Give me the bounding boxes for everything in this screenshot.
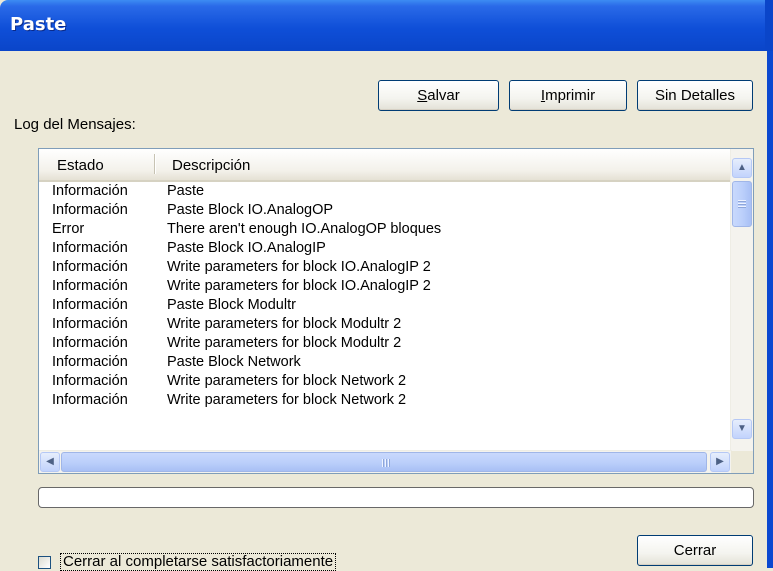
window-title: Paste	[10, 14, 67, 35]
row-estado: Información	[52, 278, 128, 294]
row-descripcion: Write parameters for block Modultr 2	[167, 335, 402, 351]
row-estado: Información	[52, 316, 128, 332]
column-header-descripcion[interactable]: Descripción	[172, 157, 250, 174]
row-estado: Error	[52, 221, 85, 237]
row-descripcion: Paste	[167, 183, 205, 199]
list-item[interactable]: Información Write parameters for block Ne…	[39, 372, 732, 391]
list-item[interactable]: Información Paste Block Modultr	[39, 296, 732, 315]
list-item[interactable]: Error There aren't enough IO.AnalogOP blo…	[39, 220, 732, 239]
hide-details-label: Sin Detalles	[654, 87, 736, 104]
print-label: mprimir	[545, 87, 596, 104]
save-accelerator: S	[417, 87, 428, 104]
list-item[interactable]: Información Paste Block IO.AnalogOP	[39, 201, 732, 220]
list-item[interactable]: Información Write parameters for block IO…	[39, 277, 732, 296]
row-descripcion: Write parameters for block Network 2	[167, 373, 407, 389]
row-descripcion: Paste Block IO.AnalogOP	[167, 202, 334, 218]
window-frame-right	[765, 0, 773, 51]
row-estado: Información	[52, 183, 128, 199]
row-descripcion: Write parameters for block IO.AnalogIP 2	[167, 278, 431, 294]
scroll-right-icon[interactable]: ▶	[710, 452, 730, 472]
save-button[interactable]: Salvar	[378, 80, 499, 111]
row-descripcion: Paste Block Network	[167, 354, 301, 370]
log-label: Log del Mensajes:	[14, 116, 136, 133]
row-estado: Información	[52, 297, 128, 313]
scrollbar-corner	[731, 451, 753, 473]
list-item[interactable]: Información Write parameters for block IO…	[39, 258, 732, 277]
column-separator[interactable]	[154, 154, 155, 174]
row-estado: Información	[52, 354, 128, 370]
message-log-list[interactable]: Estado Descripción Información Paste Infor…	[38, 148, 754, 474]
row-estado: Información	[52, 202, 128, 218]
close-button[interactable]: Cerrar	[637, 535, 753, 566]
scroll-down-icon[interactable]: ▼	[732, 419, 752, 439]
row-descripcion: Write parameters for block Network 2	[167, 392, 407, 408]
row-estado: Información	[52, 259, 128, 275]
row-descripcion: Paste Block IO.AnalogIP	[167, 240, 326, 256]
list-rows: Información Paste Información Paste Block I…	[39, 182, 732, 410]
horizontal-scrollbar[interactable]: ◀ ▶	[39, 450, 732, 473]
close-label: Cerrar	[673, 542, 717, 559]
column-header-estado[interactable]: Estado	[57, 157, 104, 174]
row-descripcion: Write parameters for block Modultr 2	[167, 316, 402, 332]
list-item[interactable]: Información Paste Block IO.AnalogIP	[39, 239, 732, 258]
list-header: Estado Descripción	[39, 149, 732, 182]
save-label: alvar	[427, 87, 460, 104]
row-estado: Información	[52, 392, 128, 408]
scroll-left-icon[interactable]: ◀	[40, 452, 60, 472]
list-item[interactable]: Información Write parameters for block Mo…	[39, 315, 732, 334]
progress-bar	[38, 487, 754, 508]
row-estado: Información	[52, 335, 128, 351]
window-frame-border	[767, 51, 773, 568]
list-item[interactable]: Información Paste Block Network	[39, 353, 732, 372]
vertical-scroll-thumb[interactable]	[732, 181, 752, 227]
auto-close-label[interactable]: Cerrar al completarse satisfactoriamente	[60, 553, 337, 571]
hide-details-button[interactable]: Sin Detalles	[637, 80, 753, 111]
row-descripcion: There aren't enough IO.AnalogOP bloques	[167, 221, 442, 237]
list-item[interactable]: Información Paste	[39, 182, 732, 201]
row-descripcion: Write parameters for block IO.AnalogIP 2	[167, 259, 431, 275]
print-button[interactable]: Imprimir	[509, 80, 627, 111]
row-estado: Información	[52, 373, 128, 389]
row-estado: Información	[52, 240, 128, 256]
vertical-scrollbar[interactable]: ▲ ▼	[730, 149, 753, 452]
list-item[interactable]: Información Write parameters for block Mo…	[39, 334, 732, 353]
title-bar[interactable]: Paste	[0, 0, 773, 51]
row-descripcion: Paste Block Modultr	[167, 297, 296, 313]
list-item[interactable]: Información Write parameters for block Ne…	[39, 391, 732, 410]
horizontal-scroll-thumb[interactable]	[61, 452, 707, 472]
auto-close-checkbox[interactable]	[38, 556, 51, 569]
scroll-up-icon[interactable]: ▲	[732, 158, 752, 178]
